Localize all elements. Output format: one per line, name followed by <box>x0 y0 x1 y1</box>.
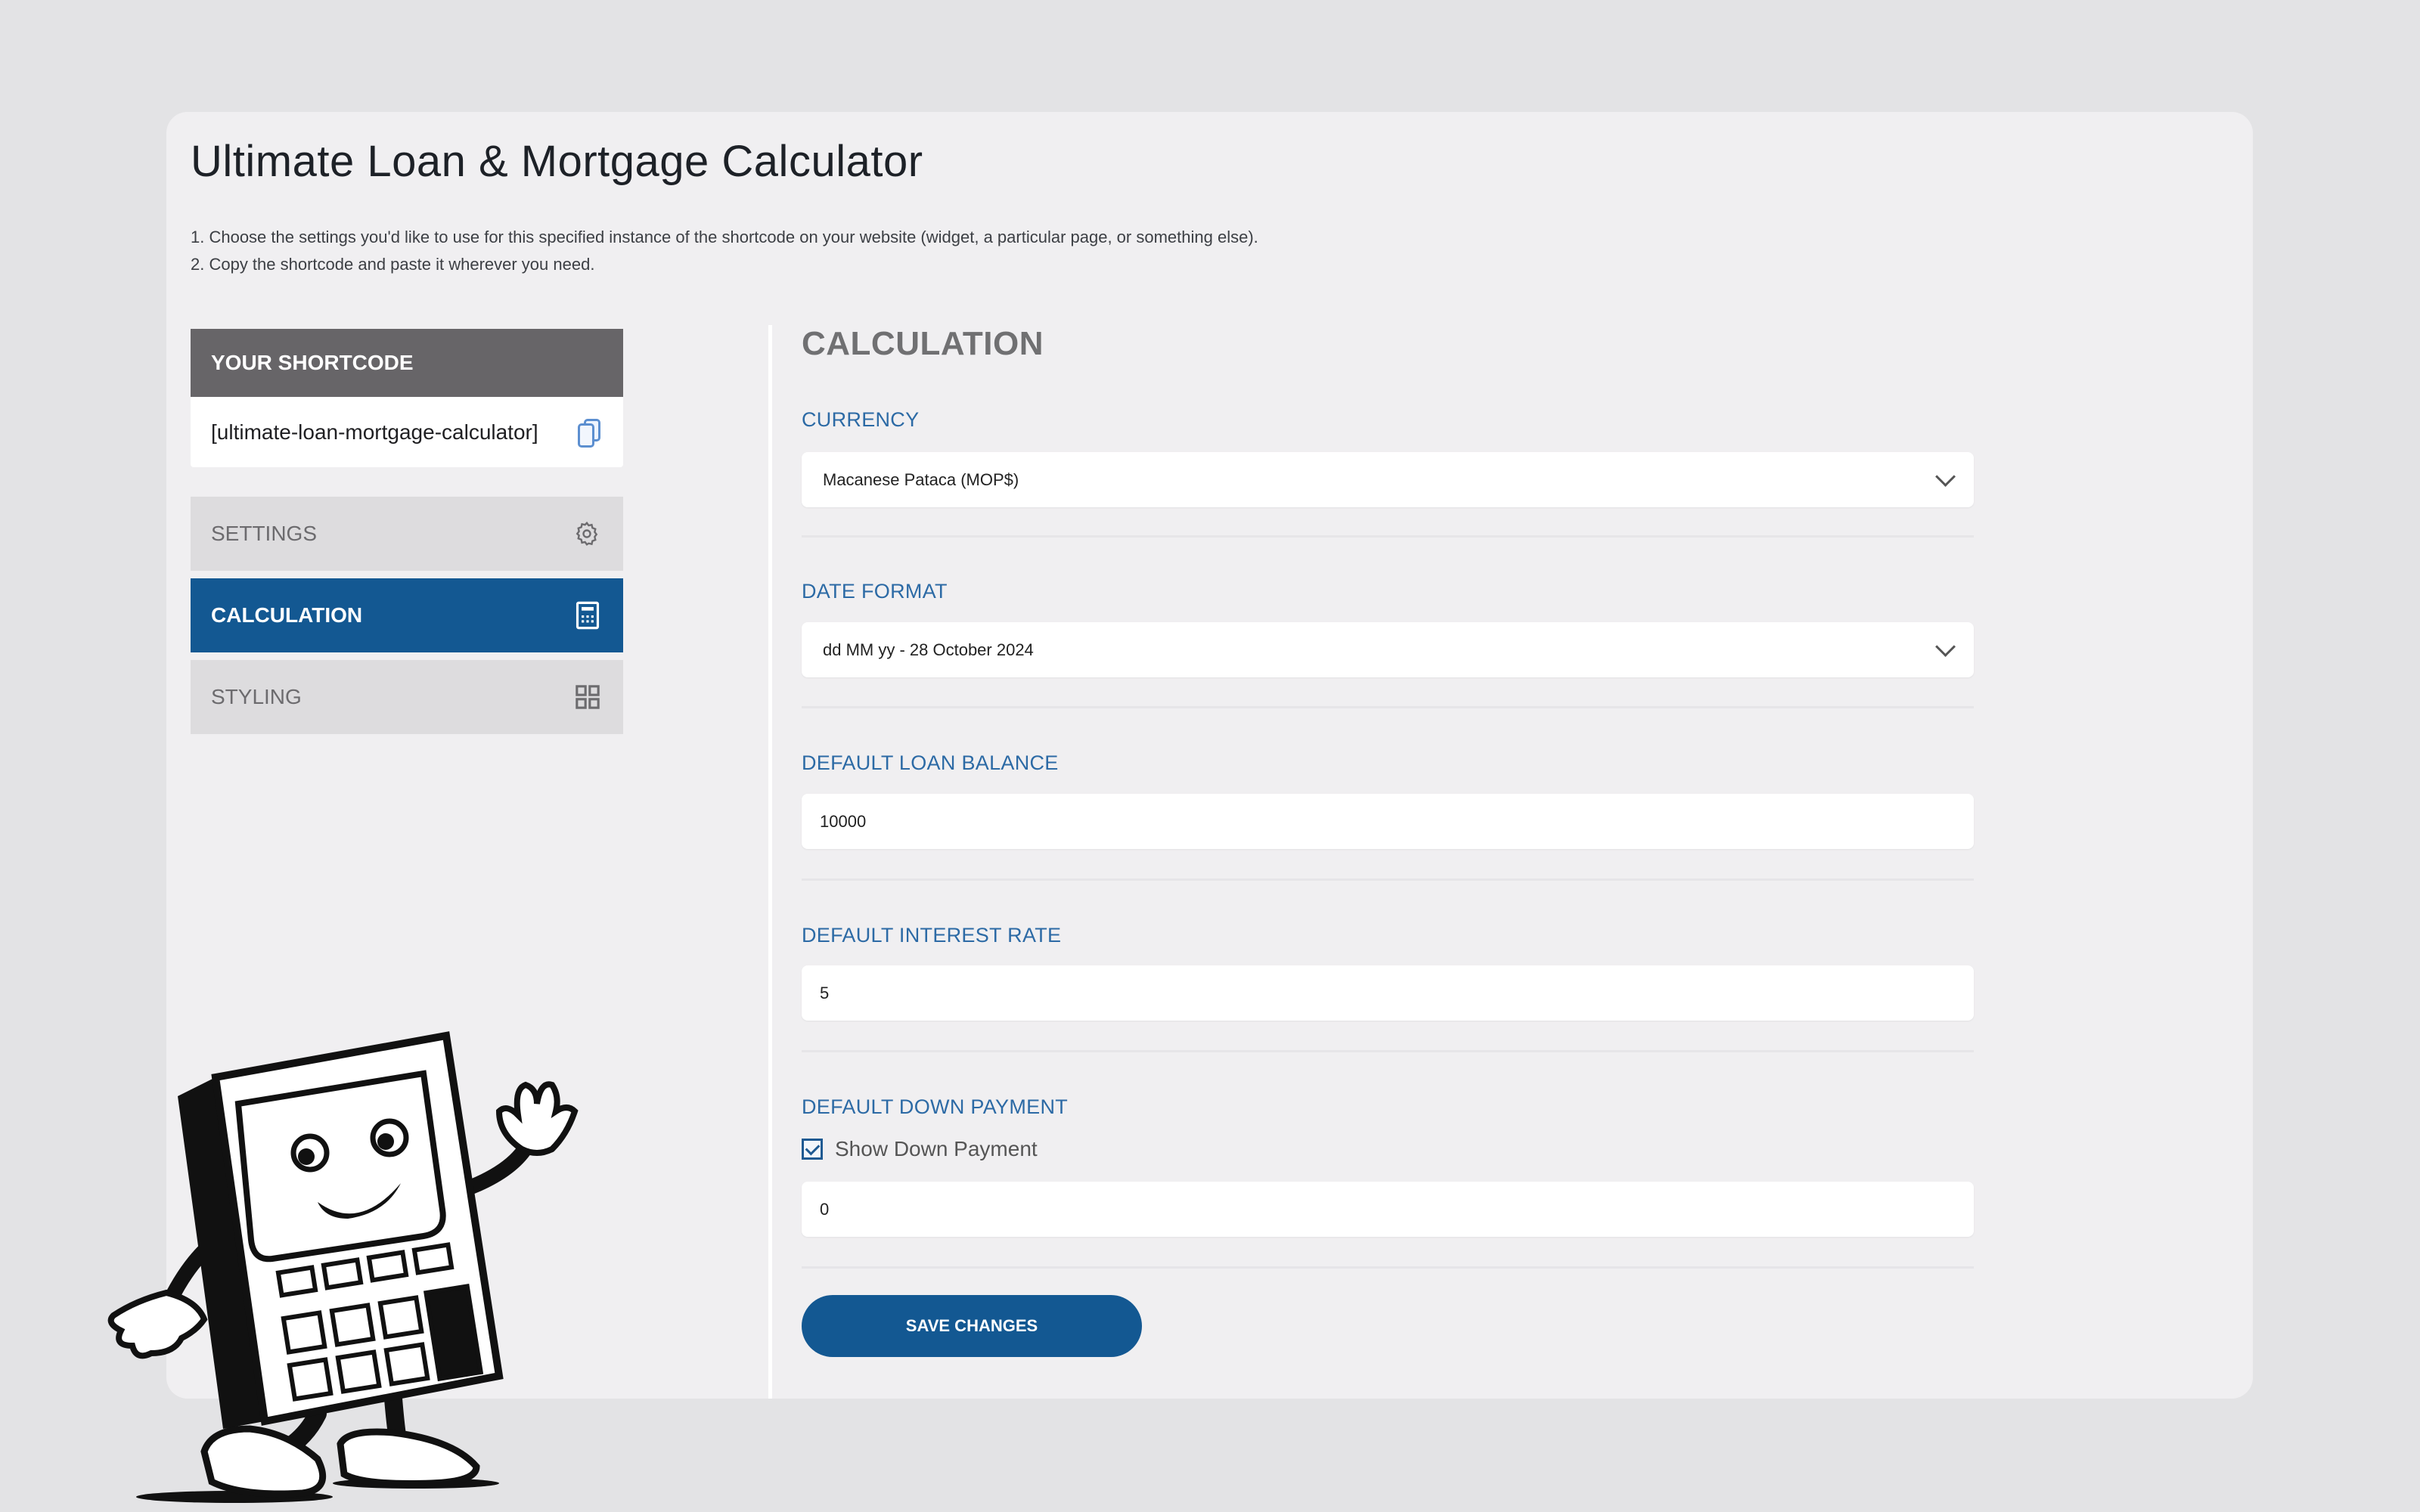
date-format-select[interactable]: dd MM yy - 28 October 2024 <box>802 622 1974 677</box>
sidebar-item-label: SETTINGS <box>211 522 318 545</box>
vertical-divider <box>768 325 772 1399</box>
save-changes-button[interactable]: SAVE CHANGES <box>802 1295 1142 1357</box>
divider <box>802 535 1974 538</box>
show-down-payment-row[interactable]: Show Down Payment <box>802 1137 1038 1161</box>
shortcode-text[interactable]: [ultimate-loan-mortgage-calculator] <box>211 420 538 445</box>
sidebar-item-settings[interactable]: SETTINGS <box>191 497 623 571</box>
instruction-step-2: 2. Copy the shortcode and paste it where… <box>191 255 595 274</box>
shortcode-box: [ultimate-loan-mortgage-calculator] <box>191 397 623 467</box>
sidebar-item-styling[interactable]: STYLING <box>191 660 623 734</box>
shortcode-header: YOUR SHORTCODE <box>191 329 623 397</box>
sidebar-item-label: CALCULATION <box>211 603 363 627</box>
divider <box>802 878 1974 881</box>
down-payment-input[interactable] <box>818 1198 1953 1220</box>
date-format-value: dd MM yy - 28 October 2024 <box>823 640 1034 659</box>
interest-rate-field[interactable] <box>802 965 1974 1021</box>
sidebar-item-calculation[interactable]: CALCULATION <box>191 578 623 652</box>
gear-icon <box>576 521 598 546</box>
date-format-label: DATE FORMAT <box>802 580 948 603</box>
divider <box>802 1050 1974 1052</box>
section-title: CALCULATION <box>802 325 1044 362</box>
instructions: 1. Choose the settings you'd like to use… <box>191 224 1258 278</box>
instruction-step-1: 1. Choose the settings you'd like to use… <box>191 228 1258 246</box>
calculator-icon <box>576 601 600 630</box>
show-down-payment-checkbox[interactable] <box>802 1139 823 1160</box>
chevron-down-icon <box>1935 466 1956 487</box>
loan-balance-field[interactable] <box>802 794 1974 849</box>
show-down-payment-label: Show Down Payment <box>835 1137 1038 1160</box>
interest-rate-label: DEFAULT INTEREST RATE <box>802 924 1062 947</box>
chevron-down-icon <box>1935 637 1956 657</box>
divider <box>802 1266 1974 1269</box>
interest-rate-input[interactable] <box>818 982 1953 1004</box>
loan-balance-label: DEFAULT LOAN BALANCE <box>802 751 1059 774</box>
page-title: Ultimate Loan & Mortgage Calculator <box>191 137 923 186</box>
down-payment-field[interactable] <box>802 1182 1974 1237</box>
sidebar: YOUR SHORTCODE [ultimate-loan-mortgage-c… <box>191 329 623 734</box>
down-payment-label: DEFAULT DOWN PAYMENT <box>802 1095 1069 1118</box>
divider <box>802 706 1974 708</box>
loan-balance-input[interactable] <box>818 810 1953 832</box>
grid-icon <box>576 685 600 709</box>
currency-select[interactable]: Macanese Pataca (MOP$) <box>802 452 1974 507</box>
calculator-mascot-illustration <box>107 1031 579 1503</box>
sidebar-item-label: STYLING <box>211 685 302 708</box>
currency-label: CURRENCY <box>802 408 920 431</box>
currency-value: Macanese Pataca (MOP$) <box>823 469 1019 489</box>
copy-icon[interactable] <box>578 418 600 448</box>
